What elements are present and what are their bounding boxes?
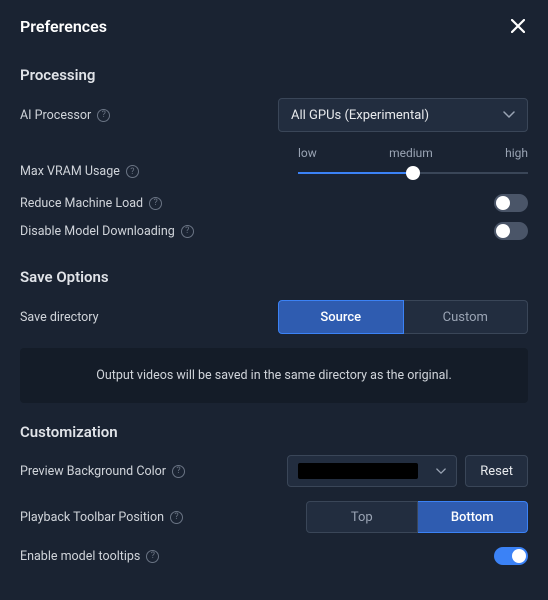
toggle-knob (496, 196, 510, 210)
slider-track-fill (298, 172, 413, 174)
toggle-knob (512, 549, 526, 563)
disable-download-label: Disable Model Downloading (20, 224, 175, 239)
vram-slider[interactable] (298, 166, 528, 180)
row-save-directory: Save directory Source Custom (20, 300, 528, 334)
reduce-load-toggle[interactable] (494, 194, 528, 212)
window-title: Preferences (20, 17, 107, 36)
disable-download-toggle[interactable] (494, 222, 528, 240)
toolbar-position-label-group: Playback Toolbar Position ? (20, 510, 183, 525)
save-info-box: Output videos will be saved in the same … (20, 348, 528, 403)
chevron-down-icon (436, 464, 446, 479)
row-disable-download: Disable Model Downloading ? (20, 222, 528, 240)
tooltips-label: Enable model tooltips (20, 549, 140, 564)
save-directory-segmented: Source Custom (278, 300, 528, 334)
vram-medium-label: medium (389, 146, 433, 160)
help-icon[interactable]: ? (97, 109, 110, 122)
toolbar-bottom-option[interactable]: Bottom (418, 501, 529, 533)
ai-processor-select[interactable]: All GPUs (Experimental) (278, 98, 528, 132)
ai-processor-label-group: AI Processor ? (20, 108, 110, 123)
save-directory-label: Save directory (20, 310, 99, 325)
vram-slider-labels: low medium high (298, 146, 528, 160)
toolbar-position-segmented: Top Bottom (306, 501, 528, 533)
bg-color-label: Preview Background Color (20, 464, 166, 479)
color-swatch (298, 463, 418, 479)
slider-thumb[interactable] (406, 166, 420, 180)
toggle-knob (496, 224, 510, 238)
reset-button[interactable]: Reset (465, 455, 528, 487)
bg-color-label-group: Preview Background Color ? (20, 464, 185, 479)
close-button[interactable] (508, 16, 528, 36)
save-dir-custom-option[interactable]: Custom (404, 300, 529, 334)
ai-processor-label: AI Processor (20, 108, 91, 123)
section-processing-title: Processing (20, 66, 528, 84)
help-icon[interactable]: ? (172, 465, 185, 478)
help-icon[interactable]: ? (181, 225, 194, 238)
row-tooltips: Enable model tooltips ? (20, 547, 528, 565)
bg-color-controls: Reset (287, 455, 528, 487)
row-ai-processor: AI Processor ? All GPUs (Experimental) (20, 98, 528, 132)
reduce-load-label-group: Reduce Machine Load ? (20, 196, 162, 211)
close-icon (511, 19, 525, 33)
save-directory-label-group: Save directory (20, 310, 99, 325)
help-icon[interactable]: ? (146, 550, 159, 563)
section-customization-title: Customization (20, 423, 528, 441)
reduce-load-label: Reduce Machine Load (20, 196, 143, 211)
max-vram-label-group: Max VRAM Usage ? (20, 164, 139, 179)
row-reduce-load: Reduce Machine Load ? (20, 194, 528, 212)
section-save-title: Save Options (20, 268, 528, 286)
tooltips-label-group: Enable model tooltips ? (20, 549, 159, 564)
toolbar-top-option[interactable]: Top (306, 501, 418, 533)
titlebar: Preferences (0, 0, 548, 52)
preferences-window: Preferences Processing AI Processor ? Al… (0, 0, 548, 600)
row-bg-color: Preview Background Color ? Reset (20, 455, 528, 487)
save-dir-source-option[interactable]: Source (278, 300, 404, 334)
row-toolbar-position: Playback Toolbar Position ? Top Bottom (20, 501, 528, 533)
bg-color-select[interactable] (287, 455, 457, 487)
help-icon[interactable]: ? (126, 165, 139, 178)
disable-download-label-group: Disable Model Downloading ? (20, 224, 194, 239)
tooltips-toggle[interactable] (494, 547, 528, 565)
row-max-vram: Max VRAM Usage ? low medium high (20, 146, 528, 180)
vram-slider-wrap: low medium high (298, 146, 528, 180)
help-icon[interactable]: ? (170, 511, 183, 524)
vram-low-label: low (298, 146, 317, 160)
content-area: Processing AI Processor ? All GPUs (Expe… (0, 52, 548, 599)
vram-high-label: high (505, 146, 528, 160)
help-icon[interactable]: ? (149, 197, 162, 210)
ai-processor-value: All GPUs (Experimental) (291, 108, 429, 123)
chevron-down-icon (503, 108, 515, 123)
max-vram-label: Max VRAM Usage (20, 164, 120, 179)
toolbar-position-label: Playback Toolbar Position (20, 510, 164, 525)
